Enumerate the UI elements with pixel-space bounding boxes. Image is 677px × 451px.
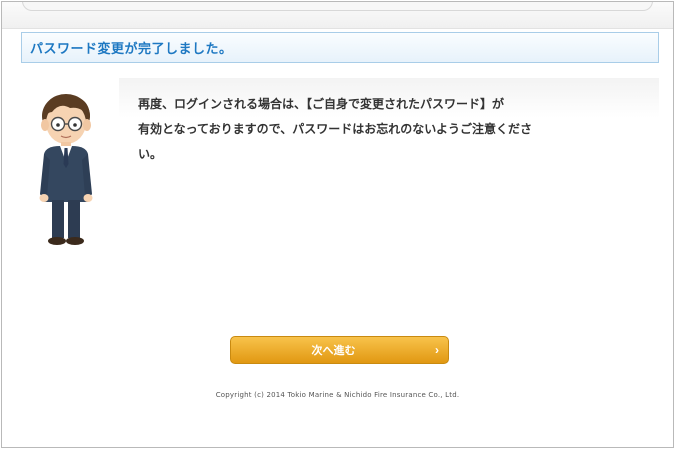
notice-line-1: 再度、ログインされる場合は、【ご自身で変更されたパスワード】が xyxy=(138,97,505,111)
browser-frame: パスワード変更が完了しました。 再度、ログインされる場合は、【ご自身で変更された… xyxy=(1,1,674,448)
chevron-right-icon: › xyxy=(435,343,439,357)
page-title: パスワード変更が完了しました。 xyxy=(30,42,233,57)
staff-character-illustration xyxy=(39,94,93,245)
header-bar xyxy=(2,2,673,29)
completion-title-bar: パスワード変更が完了しました。 xyxy=(21,32,659,63)
next-button[interactable]: 次へ進む › xyxy=(230,336,449,364)
copyright-footer: Copyright (c) 2014 Tokio Marine & Nichid… xyxy=(215,391,460,399)
notice-line-3: い。 xyxy=(138,147,163,161)
password-change-notice: 再度、ログインされる場合は、【ご自身で変更されたパスワード】が 有効となっており… xyxy=(138,92,648,167)
next-button-label: 次へ進む xyxy=(311,345,356,357)
header-tab-edge xyxy=(22,2,653,11)
notice-line-2: 有効となっておりますので、パスワードはお忘れのないようご注意くださ xyxy=(138,122,532,136)
